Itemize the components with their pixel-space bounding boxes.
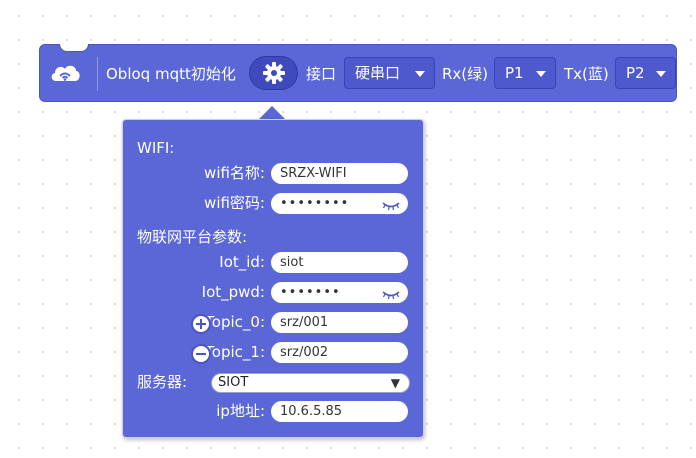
- block-notch: [59, 44, 89, 52]
- settings-panel: WIFI: wifi名称: SRZX-WIFI wifi密码: ••••••••…: [122, 119, 424, 438]
- block-title: Obloq mqtt初始化: [106, 65, 236, 83]
- iot-id-value: siot: [280, 255, 304, 270]
- minus-circle-icon[interactable]: [191, 344, 211, 364]
- wifi-password-value: ••••••••: [280, 196, 350, 211]
- ip-label: ip地址:: [216, 402, 265, 420]
- topic0-value: srz/001: [280, 315, 329, 330]
- wifi-heading: WIFI:: [137, 139, 175, 157]
- topic1-label: Topic_1:: [205, 343, 265, 361]
- wifi-name-field[interactable]: SRZX-WIFI: [271, 163, 408, 184]
- topic1-field[interactable]: srz/002: [271, 342, 408, 363]
- wifi-name-label: wifi名称:: [204, 164, 265, 182]
- rx-dropdown[interactable]: P1: [494, 57, 556, 89]
- chevron-down-icon: [656, 71, 666, 77]
- interface-dropdown[interactable]: 硬串口: [344, 57, 435, 89]
- server-label: 服务器:: [137, 373, 188, 391]
- triangle-down-icon: ▼: [390, 376, 400, 390]
- iot-password-field[interactable]: •••••••: [271, 282, 408, 303]
- panel-pointer: [258, 106, 286, 120]
- interface-value: 硬串口: [355, 64, 401, 82]
- plus-circle-icon[interactable]: [191, 314, 211, 334]
- topic0-field[interactable]: srz/001: [271, 312, 408, 333]
- tx-label: Tx(蓝): [564, 65, 609, 83]
- wifi-password-label: wifi密码:: [204, 194, 265, 212]
- topic0-label: Topic_0:: [205, 313, 265, 331]
- iot-id-label: Iot_id:: [219, 253, 265, 271]
- settings-button[interactable]: [249, 56, 298, 90]
- wifi-name-value: SRZX-WIFI: [280, 166, 347, 181]
- chevron-down-icon: [415, 71, 425, 77]
- eye-closed-icon[interactable]: [382, 291, 400, 300]
- block-separator: [97, 57, 98, 91]
- tx-dropdown[interactable]: P2: [615, 57, 676, 89]
- chevron-down-icon: [536, 71, 546, 77]
- iot-heading: 物联网平台参数:: [137, 228, 248, 246]
- eye-closed-icon[interactable]: [382, 202, 400, 211]
- rx-label: Rx(绿): [442, 65, 489, 83]
- server-value: SIOT: [218, 375, 249, 390]
- ip-field[interactable]: 10.6.5.85: [271, 401, 408, 422]
- iot-password-label: Iot_pwd:: [201, 283, 265, 301]
- tx-value: P2: [626, 64, 645, 82]
- iot-id-field[interactable]: siot: [271, 252, 408, 273]
- wifi-password-field[interactable]: ••••••••: [271, 193, 408, 214]
- gear-icon: [263, 62, 285, 84]
- ip-value: 10.6.5.85: [280, 404, 343, 419]
- server-select[interactable]: SIOT ▼: [211, 373, 410, 393]
- obloq-mqtt-init-block[interactable]: Obloq mqtt初始化 接口 硬串口 Rx(绿) P1 Tx(蓝) P2: [39, 44, 677, 102]
- cloud-wifi-icon: [51, 65, 80, 81]
- rx-value: P1: [505, 64, 524, 82]
- iot-password-value: •••••••: [280, 285, 341, 300]
- interface-label: 接口: [306, 65, 337, 83]
- topic1-value: srz/002: [280, 345, 329, 360]
